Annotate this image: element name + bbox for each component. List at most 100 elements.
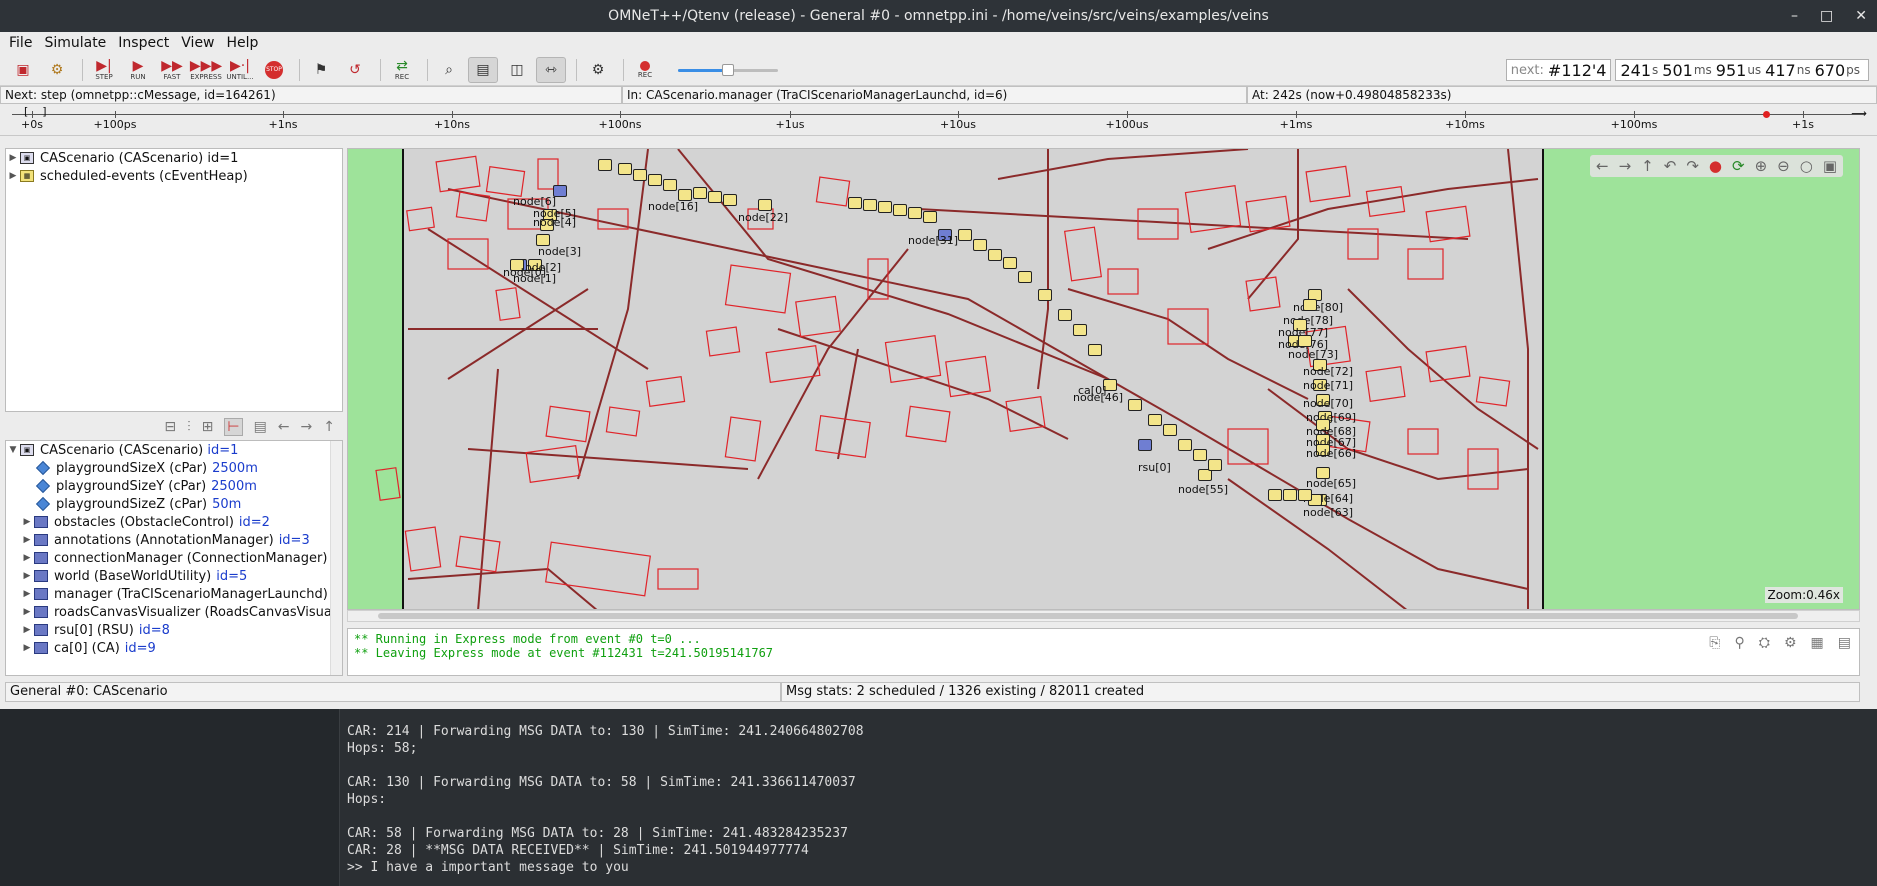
- group-by-icon[interactable]: ⊟: [164, 419, 176, 435]
- children-view-icon[interactable]: ⊞: [202, 419, 214, 435]
- vertical-scrollbar[interactable]: [330, 441, 342, 675]
- tree-row[interactable]: ▶ rsu[0] (RSU) id=8: [6, 621, 342, 639]
- messages-view-icon[interactable]: ▦: [1811, 635, 1824, 651]
- horizontal-scrollbar[interactable]: [347, 610, 1860, 622]
- maximize-button[interactable]: □: [1820, 8, 1833, 24]
- split-view-button[interactable]: ◫: [502, 57, 532, 83]
- vehicle-icon[interactable]: [618, 163, 632, 175]
- vehicle-icon[interactable]: [598, 159, 612, 171]
- expand-arrow-icon[interactable]: ▶: [20, 553, 34, 563]
- back-icon[interactable]: ←: [1596, 157, 1609, 175]
- layout-undo-icon[interactable]: ↶: [1664, 157, 1677, 175]
- inheritance-view-icon[interactable]: ⊢: [224, 418, 243, 436]
- vehicle-icon[interactable]: [1303, 299, 1317, 311]
- stop-layout-icon[interactable]: ●: [1709, 157, 1722, 175]
- expand-arrow-icon[interactable]: ▶: [6, 153, 20, 163]
- terminal-output[interactable]: CAR: 214 | Forwarding MSG DATA to: 130 |…: [0, 709, 1877, 886]
- vehicle-icon[interactable]: [1148, 414, 1162, 426]
- vehicle-icon[interactable]: [1138, 439, 1152, 451]
- network-tree[interactable]: ▶ ▣ CAScenario (CAScenario) id=1 ▶ ▦ schedul…: [5, 148, 343, 412]
- vehicle-icon[interactable]: [1018, 271, 1032, 283]
- vehicle-icon[interactable]: [1268, 489, 1282, 501]
- copy-icon[interactable]: ⎘: [1709, 635, 1720, 651]
- expand-arrow-icon[interactable]: ▶: [20, 643, 34, 653]
- layout-redo-icon[interactable]: ↷: [1686, 157, 1699, 175]
- layout-button[interactable]: ⇿: [536, 56, 566, 83]
- close-button[interactable]: ✕: [1855, 8, 1867, 24]
- tree-row[interactable]: ▶ manager (TraCIScenarioManagerLaunchd): [6, 585, 342, 603]
- tree-row[interactable]: ▶ roadsCanvasVisualizer (RoadsCanvasVisua: [6, 603, 342, 621]
- vehicle-icon[interactable]: [1208, 459, 1222, 471]
- restart-button[interactable]: ↺: [340, 57, 370, 83]
- tree-row[interactable]: ▶ connectionManager (ConnectionManager): [6, 549, 342, 567]
- vehicle-icon[interactable]: [1003, 257, 1017, 269]
- finish-button[interactable]: ⚑: [306, 57, 336, 83]
- vehicle-icon[interactable]: [958, 229, 972, 241]
- find-icon[interactable]: ⚲: [1735, 635, 1745, 651]
- menu-help[interactable]: Help: [227, 35, 259, 51]
- expand-arrow-icon[interactable]: ▶: [20, 535, 34, 545]
- object-inspector-tree[interactable]: ▼ ▣ CAScenario (CAScenario) id=1 playgroun…: [5, 440, 343, 676]
- expand-arrow-icon[interactable]: ▶: [20, 625, 34, 635]
- mode-icon[interactable]: ▣: [1823, 157, 1837, 175]
- log-pane[interactable]: ** Running in Express mode from event #0…: [347, 628, 1860, 676]
- vehicle-icon[interactable]: [1128, 399, 1142, 411]
- vehicle-icon[interactable]: [988, 249, 1002, 261]
- expand-arrow-icon[interactable]: ▶: [20, 607, 34, 617]
- express-button[interactable]: ▶▶▶ EXPRESS: [190, 57, 222, 83]
- vehicle-icon[interactable]: [758, 199, 772, 211]
- vehicle-icon[interactable]: [878, 201, 892, 213]
- expand-arrow-icon[interactable]: ▶: [6, 171, 20, 181]
- log-view-icon[interactable]: ▤: [1838, 635, 1851, 651]
- menu-view[interactable]: View: [181, 35, 214, 51]
- vehicle-icon[interactable]: [1073, 324, 1087, 336]
- stop-button[interactable]: STOP: [259, 57, 289, 83]
- zoom-in-icon[interactable]: ⊕: [1755, 157, 1768, 175]
- detail-icon[interactable]: ▤: [254, 419, 267, 435]
- event-recording-button[interactable]: ⇄ REC: [387, 57, 417, 83]
- tree-row[interactable]: ▶ world (BaseWorldUtility) id=5: [6, 567, 342, 585]
- forward-icon[interactable]: →: [1619, 157, 1632, 175]
- expand-arrow-icon[interactable]: ▶: [20, 589, 34, 599]
- vehicle-icon[interactable]: [923, 211, 937, 223]
- vehicle-icon[interactable]: [663, 179, 677, 191]
- relayout-icon[interactable]: ⟳: [1732, 157, 1745, 175]
- vehicle-icon[interactable]: [1298, 489, 1312, 501]
- vehicle-icon[interactable]: [723, 194, 737, 206]
- run-button[interactable]: ▶ RUN: [123, 57, 153, 83]
- filter-icon[interactable]: ⛭: [1759, 635, 1770, 651]
- vehicle-icon[interactable]: [1283, 489, 1297, 501]
- fast-button[interactable]: ▶▶ FAST: [157, 57, 187, 83]
- parent-arrow-icon[interactable]: ↑: [323, 419, 335, 435]
- vehicle-icon[interactable]: [1178, 439, 1192, 451]
- expand-arrow-icon[interactable]: ▶: [20, 571, 34, 581]
- zoom-out-icon[interactable]: ⊖: [1777, 157, 1790, 175]
- slider-handle[interactable]: [722, 63, 734, 76]
- timeline-event-marker[interactable]: [1763, 111, 1770, 118]
- vehicle-icon[interactable]: [708, 191, 722, 203]
- forward-arrow-icon[interactable]: →: [301, 419, 313, 435]
- expand-arrow-icon[interactable]: ▶: [20, 517, 34, 527]
- up-icon[interactable]: ↑: [1641, 157, 1654, 175]
- vehicle-icon[interactable]: [1088, 344, 1102, 356]
- timeline-toggle-button[interactable]: ▤: [468, 56, 498, 83]
- settings-icon[interactable]: ⚙: [1784, 635, 1797, 651]
- vehicle-icon[interactable]: [1058, 309, 1072, 321]
- tree-row[interactable]: playgroundSizeX (cPar) 2500m: [6, 459, 342, 477]
- collapse-arrow-icon[interactable]: ▼: [6, 445, 20, 455]
- run-until-icon[interactable]: ○: [1800, 157, 1813, 175]
- back-arrow-icon[interactable]: ←: [278, 419, 290, 435]
- vehicle-icon[interactable]: [973, 239, 987, 251]
- vehicle-icon[interactable]: [1038, 289, 1052, 301]
- menu-simulate[interactable]: Simulate: [44, 35, 106, 51]
- vehicle-icon[interactable]: [1298, 335, 1312, 347]
- vehicle-icon[interactable]: [908, 207, 922, 219]
- network-canvas[interactable]: node[6] node[5] node[4] node[3] node[2] node[…: [347, 148, 1860, 610]
- vehicle-icon[interactable]: [648, 174, 662, 186]
- new-run-button[interactable]: ▣: [8, 57, 38, 83]
- tree-row[interactable]: ▶ ▣ CAScenario (CAScenario) id=1: [6, 149, 342, 167]
- scrollbar-thumb[interactable]: [378, 613, 1798, 619]
- vehicle-icon[interactable]: [693, 187, 707, 199]
- vehicle-icon[interactable]: [893, 204, 907, 216]
- vehicle-icon[interactable]: [848, 197, 862, 209]
